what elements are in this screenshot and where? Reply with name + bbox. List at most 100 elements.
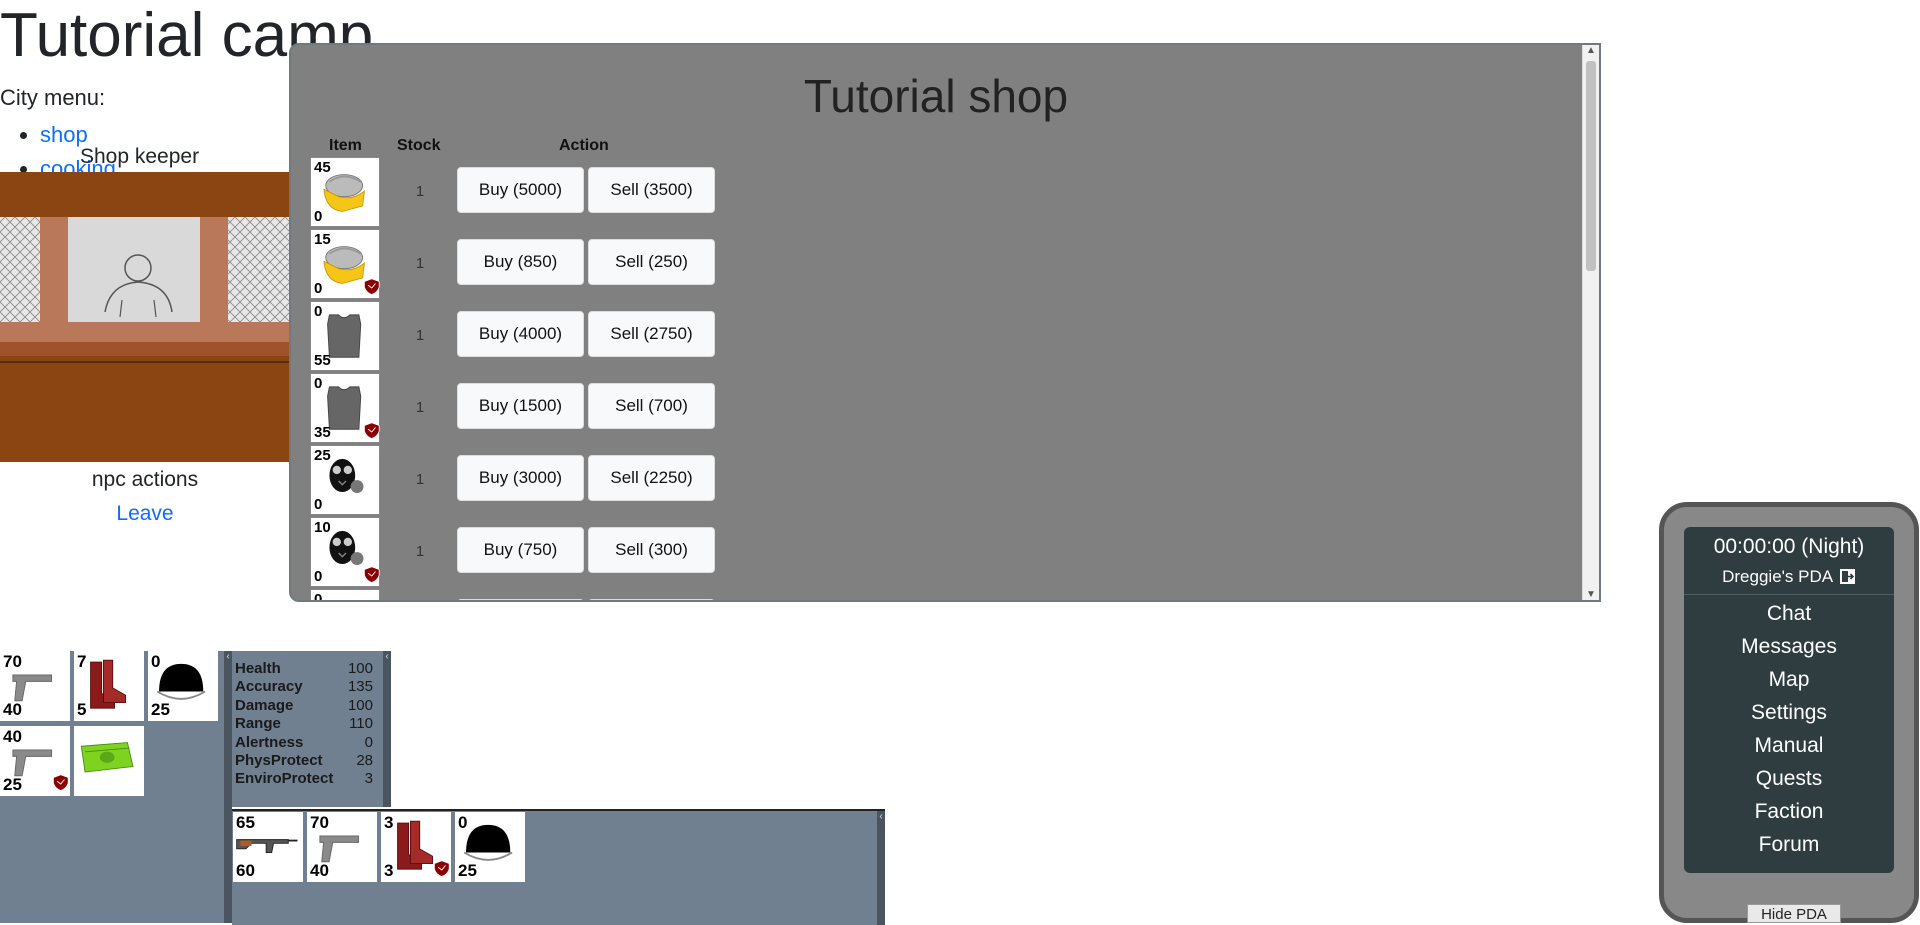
item-quality: 25	[3, 775, 22, 794]
pda-menu-chat[interactable]: Chat	[1684, 602, 1894, 626]
equipped-panel: 65 60 70 40 3 3 0 25 ‹	[232, 809, 885, 925]
shop-item-slot[interactable]: 0	[310, 589, 380, 602]
stat-label: Range	[235, 715, 281, 733]
equipped-slot[interactable]: 70 40	[307, 812, 377, 882]
sell-button[interactable]: Sell (700)	[588, 383, 715, 429]
item-quality: 60	[236, 861, 255, 880]
sell-button[interactable]: Sell (3500)	[588, 167, 715, 213]
shop-item-slot[interactable]: 10 0	[310, 517, 380, 587]
sell-button[interactable]: Sell (2750)	[588, 311, 715, 357]
item-quality: 35	[314, 424, 331, 441]
buy-button[interactable]	[457, 599, 584, 600]
stat-value: 100	[347, 696, 373, 714]
damaged-shield-icon	[364, 422, 380, 439]
pda-menu-faction[interactable]: Faction	[1684, 800, 1894, 824]
item-condition: 3	[384, 813, 394, 832]
buy-button[interactable]: Buy (4000)	[457, 311, 584, 357]
stat-value: 110	[349, 715, 373, 733]
shop-item-slot[interactable]: 45 0	[310, 157, 380, 227]
leave-link-wrap: Leave	[0, 502, 290, 526]
item-condition: 65	[236, 813, 255, 832]
stats-panel: Health 100 Accuracy 135 Damage 100 Range 110 Ale…	[232, 651, 391, 807]
item-quality: 3	[384, 861, 394, 880]
item-condition: 0	[314, 375, 323, 392]
pda-menu-map[interactable]: Map	[1684, 668, 1894, 692]
stat-label: PhysProtect	[235, 752, 323, 769]
scroll-up-icon[interactable]: ▲	[1583, 45, 1599, 56]
equipped-slot[interactable]: 0 25	[455, 812, 525, 882]
stat-row: Damage 100	[235, 697, 373, 715]
item-stock: 1	[415, 255, 425, 272]
stat-value: 100	[347, 660, 373, 677]
pda-menu-forum[interactable]: Forum	[1684, 833, 1894, 857]
item-condition: 10	[314, 519, 331, 536]
item-condition: 45	[314, 159, 331, 176]
item-quality: 25	[458, 861, 477, 880]
item-condition: 0	[458, 813, 468, 832]
item-quality: 0	[314, 496, 323, 513]
buy-button[interactable]: Buy (750)	[457, 527, 584, 573]
buy-button[interactable]: Buy (850)	[457, 239, 584, 285]
stat-label: Accuracy	[235, 678, 303, 696]
item-quality: 25	[151, 700, 170, 719]
stat-value: 135	[347, 678, 373, 696]
stat-value: 28	[356, 752, 373, 769]
equipped-collapse-toggle[interactable]: ‹	[877, 811, 885, 925]
damaged-shield-icon	[364, 278, 380, 295]
pda-menu-manual[interactable]: Manual	[1684, 734, 1894, 758]
buy-button[interactable]: Buy (5000)	[457, 167, 584, 213]
shop-link[interactable]: shop	[40, 122, 88, 147]
shop-item-slot[interactable]: 0 35	[310, 373, 380, 443]
buy-button[interactable]: Buy (1500)	[457, 383, 584, 429]
leave-link[interactable]: Leave	[116, 502, 173, 525]
sell-button[interactable]: Sell (300)	[588, 527, 715, 573]
scrollbar-thumb[interactable]	[1586, 61, 1596, 271]
inventory-collapse-toggle[interactable]: ‹	[224, 651, 232, 923]
equipped-slot[interactable]: 65 60	[233, 812, 303, 882]
hide-pda-button[interactable]: Hide PDA	[1747, 904, 1841, 923]
pda-divider	[1684, 594, 1894, 595]
logout-icon[interactable]	[1839, 568, 1856, 585]
sell-button[interactable]: Sell (250)	[588, 239, 715, 285]
scroll-down-icon[interactable]: ▼	[1583, 589, 1599, 600]
stats-collapse-toggle[interactable]: ‹	[383, 651, 391, 807]
shop-item-slot[interactable]: 15 0	[310, 229, 380, 299]
inventory-slot[interactable]: 0 25	[148, 651, 218, 721]
item-stock: 1	[415, 183, 425, 200]
item-quality: 5	[77, 700, 87, 719]
shop-scrollbar[interactable]: ▲ ▼	[1582, 45, 1599, 600]
item-condition: 0	[314, 303, 323, 320]
shop-item-slot[interactable]: 25 0	[310, 445, 380, 515]
item-quality: 0	[314, 568, 323, 585]
stat-value: 0	[364, 733, 373, 751]
pda-menu-quests[interactable]: Quests	[1684, 767, 1894, 791]
npc-name: Shop keeper	[80, 145, 200, 168]
inventory-slot[interactable]	[74, 726, 144, 796]
item-condition: 40	[3, 727, 22, 746]
item-quality: 0	[314, 208, 323, 225]
damaged-shield-icon	[364, 566, 380, 583]
inventory-slot[interactable]: 70 40	[0, 651, 70, 721]
shop-item-slot[interactable]: 0 55	[310, 301, 380, 371]
sell-button[interactable]: Sell (2250)	[588, 455, 715, 501]
equipped-slot[interactable]: 33	[381, 812, 451, 882]
inventory-slot[interactable]: 75	[74, 651, 144, 721]
item-condition: 25	[314, 447, 331, 464]
stat-value: 3	[364, 770, 373, 788]
npc-actions-label: npc actions	[91, 468, 199, 491]
money-icon	[80, 742, 134, 773]
column-header-item: Item	[329, 137, 362, 154]
pda-device: 00:00:00 (Night) Dreggie's PDA Chat Messa…	[1659, 502, 1919, 923]
stat-row: EnviroProtect 3	[235, 770, 373, 788]
pda-menu-settings[interactable]: Settings	[1684, 701, 1894, 725]
pda-menu-messages[interactable]: Messages	[1684, 635, 1894, 659]
item-stock: 1	[415, 399, 425, 416]
stat-label: Damage	[235, 696, 294, 714]
sell-button[interactable]	[588, 599, 715, 600]
buy-button[interactable]: Buy (3000)	[457, 455, 584, 501]
item-quality: 55	[314, 352, 331, 369]
column-header-stock: Stock	[397, 137, 441, 154]
item-condition: 70	[310, 813, 329, 832]
inventory-slot[interactable]: 40 25	[0, 726, 70, 796]
item-condition: 0	[314, 591, 323, 602]
